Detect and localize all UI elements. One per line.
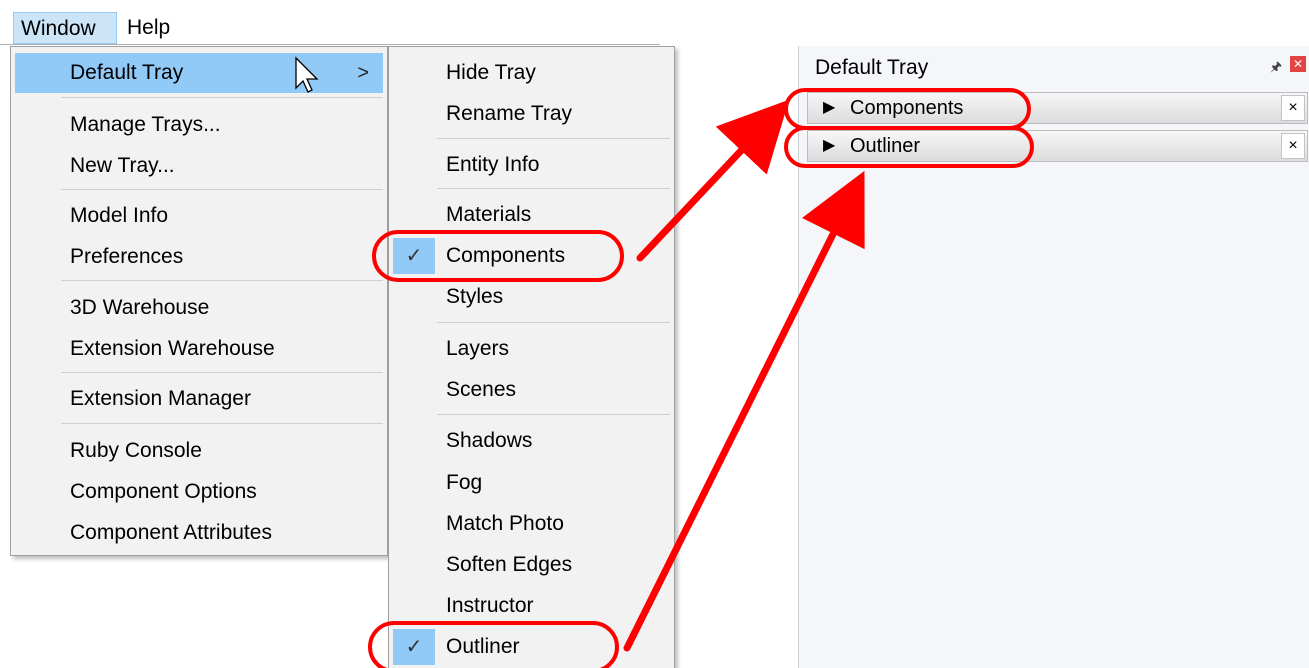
menu-item-component-attributes[interactable]: Component Attributes (15, 513, 383, 553)
menu-separator (61, 423, 383, 424)
panel-label: Components (850, 97, 964, 119)
menu-separator (61, 189, 383, 190)
submenu-item-rename-tray[interactable]: Rename Tray (391, 94, 672, 134)
submenu-item-fog[interactable]: Fog (391, 463, 672, 503)
expand-arrow-icon: ▶ (823, 99, 836, 116)
menu-item-default-tray[interactable]: Default Tray > (15, 53, 383, 93)
panel-close-button[interactable]: × (1281, 133, 1305, 159)
tray-panel-outliner[interactable]: ▶ Outliner × (807, 130, 1308, 162)
menu-item-ruby-console[interactable]: Ruby Console (15, 431, 383, 471)
menu-item-new-tray[interactable]: New Tray... (15, 146, 383, 186)
submenu-item-components[interactable]: ✓ Components (391, 236, 672, 276)
tray-title-bar: Default Tray 🖈 ✕ (799, 46, 1309, 90)
menu-item-model-info[interactable]: Model Info (15, 196, 383, 236)
submenu-item-materials[interactable]: Materials (391, 195, 672, 235)
submenu-item-label: Components (446, 244, 566, 267)
default-tray-submenu: Hide Tray Rename Tray Entity Info Materi… (388, 46, 675, 668)
menu-separator (437, 414, 670, 415)
submenu-item-label: Outliner (446, 635, 520, 658)
menu-separator (61, 372, 383, 373)
submenu-item-instructor[interactable]: Instructor (391, 586, 672, 626)
expand-arrow-icon: ▶ (823, 137, 836, 154)
submenu-item-outliner[interactable]: ✓ Outliner (391, 627, 672, 667)
window-menu: Default Tray > Manage Trays... New Tray.… (10, 46, 388, 556)
menu-item-label: Default Tray (70, 61, 184, 84)
menu-item-manage-trays[interactable]: Manage Trays... (15, 105, 383, 145)
tray-title: Default Tray (815, 56, 929, 79)
submenu-item-layers[interactable]: Layers (391, 329, 672, 369)
submenu-item-styles[interactable]: Styles (391, 277, 672, 317)
menu-separator (437, 188, 670, 189)
menu-separator (437, 322, 670, 323)
submenu-item-soften-edges[interactable]: Soften Edges (391, 545, 672, 585)
submenu-item-hide-tray[interactable]: Hide Tray (391, 53, 672, 93)
checkmark-icon: ✓ (393, 238, 435, 274)
menu-window[interactable]: Window (13, 12, 117, 44)
submenu-item-scenes[interactable]: Scenes (391, 370, 672, 410)
submenu-item-entity-info[interactable]: Entity Info (391, 145, 672, 185)
menu-item-extension-manager[interactable]: Extension Manager (15, 379, 383, 419)
submenu-item-shadows[interactable]: Shadows (391, 421, 672, 461)
pin-icon[interactable]: 🖈 (1270, 58, 1282, 80)
panel-label: Outliner (850, 135, 921, 157)
menu-item-component-options[interactable]: Component Options (15, 472, 383, 512)
chevron-right-icon: > (357, 62, 369, 84)
menu-bar: Window Help (0, 0, 1309, 46)
default-tray: Default Tray 🖈 ✕ ▶ Components × ▶ Outlin… (798, 46, 1309, 668)
menu-separator (437, 138, 670, 139)
menu-separator (61, 280, 383, 281)
menu-item-extension-warehouse[interactable]: Extension Warehouse (15, 329, 383, 369)
tray-panel-components[interactable]: ▶ Components × (807, 92, 1308, 124)
close-icon[interactable]: ✕ (1290, 56, 1306, 72)
menu-help[interactable]: Help (120, 12, 182, 44)
menu-separator (61, 97, 383, 98)
menu-bar-divider (0, 44, 660, 45)
submenu-item-match-photo[interactable]: Match Photo (391, 504, 672, 544)
checkmark-icon: ✓ (393, 629, 435, 665)
panel-close-button[interactable]: × (1281, 95, 1305, 121)
menu-item-preferences[interactable]: Preferences (15, 237, 383, 277)
menu-item-3d-warehouse[interactable]: 3D Warehouse (15, 288, 383, 328)
